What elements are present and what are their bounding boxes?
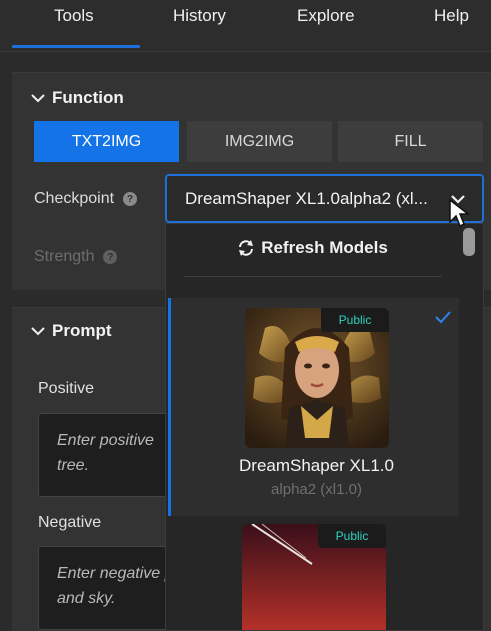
model-name: DreamShaper XL1.0: [239, 456, 394, 475]
checkpoint-label: Checkpoint ?: [34, 190, 138, 208]
mouse-cursor-icon: [449, 198, 471, 228]
model-version: alpha2 (xl1.0): [271, 481, 362, 498]
negative-label: Negative: [38, 514, 102, 531]
divider: [184, 276, 442, 277]
public-badge: Public: [318, 524, 386, 548]
checkpoint-label-text: Checkpoint: [34, 190, 115, 207]
function-panel-header[interactable]: Function: [30, 87, 124, 109]
model-thumbnail: Public: [245, 308, 389, 448]
function-panel-title: Function: [52, 88, 124, 107]
positive-label: Positive: [38, 380, 95, 397]
prompt-panel-header[interactable]: Prompt: [30, 320, 112, 342]
tab-help[interactable]: Help: [434, 6, 469, 28]
help-icon[interactable]: ?: [123, 192, 138, 206]
dropdown-scrollbar[interactable]: [463, 228, 475, 256]
top-tab-bar: Tools History Explore Help: [0, 0, 491, 52]
checkpoint-dropdown: Refresh Models Public DreamShaper XL1.0 …: [165, 223, 484, 631]
checkpoint-selected-value: DreamShaper XL1.0alpha2 (xl...: [185, 188, 428, 208]
strength-label: Strength ?: [34, 248, 118, 266]
tab-tools[interactable]: Tools: [54, 6, 94, 28]
tab-history[interactable]: History: [173, 6, 226, 28]
chevron-down-icon: [31, 327, 45, 336]
mode-img2img-button[interactable]: IMG2IMG: [187, 121, 332, 162]
strength-label-text: Strength: [34, 248, 95, 265]
refresh-icon: [239, 240, 254, 256]
refresh-models-label: Refresh Models: [261, 238, 388, 257]
model-option-dreamshaper[interactable]: Public DreamShaper XL1.0 alpha2 (xl1.0): [168, 298, 459, 516]
mode-fill-button[interactable]: FILL: [338, 121, 483, 162]
model-thumbnail: Public: [242, 524, 386, 630]
prompt-panel-title: Prompt: [52, 321, 112, 340]
mode-txt2img-button[interactable]: TXT2IMG: [34, 121, 179, 162]
model-option-2[interactable]: Public: [168, 520, 459, 630]
public-badge: Public: [321, 308, 389, 332]
active-tab-indicator: [12, 45, 140, 48]
refresh-models-button[interactable]: Refresh Models: [166, 224, 459, 272]
help-icon[interactable]: ?: [103, 250, 118, 264]
tab-explore[interactable]: Explore: [297, 6, 355, 28]
checkmark-icon: [435, 311, 451, 324]
checkpoint-select[interactable]: DreamShaper XL1.0alpha2 (xl...: [165, 174, 484, 223]
chevron-down-icon: [31, 94, 45, 103]
